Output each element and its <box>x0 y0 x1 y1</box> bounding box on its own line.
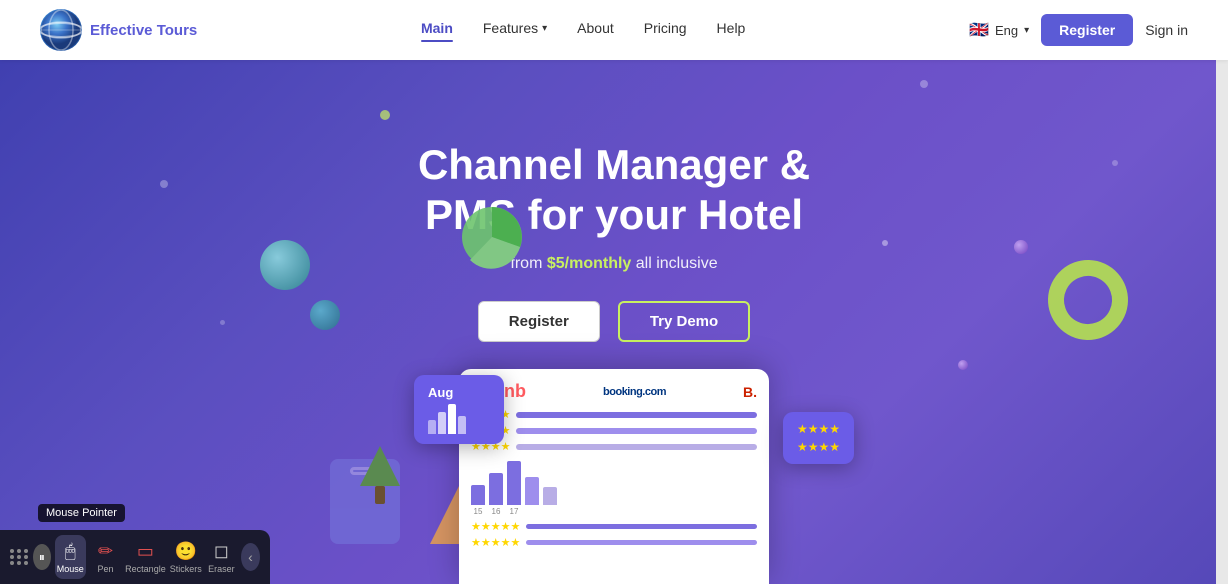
grid-icon <box>10 549 29 565</box>
price-text: $5/monthly <box>547 255 631 272</box>
rectangle-icon: ▭ <box>137 541 154 562</box>
nav-main[interactable]: Main <box>421 20 453 40</box>
nav-features[interactable]: Features ▾ <box>483 20 547 40</box>
logo-globe-icon <box>40 9 82 51</box>
deco-tree <box>360 446 400 504</box>
deco-sphere-purple-sm <box>1014 240 1028 254</box>
booking-logo: booking.com <box>603 386 666 398</box>
toolbar-pause-button[interactable]: ⏸ <box>33 544 51 570</box>
language-selector[interactable]: 🇬🇧 Eng ▾ <box>969 20 1029 40</box>
hero-buttons: Register Try Demo <box>478 301 750 342</box>
deco-dot-4 <box>920 80 928 88</box>
bar-2 <box>516 428 757 434</box>
stars-row-5: ★★★★★ <box>471 536 520 549</box>
drawing-toolbar: ⏸ 🖱 Mouse ✏ Pen ▭ Rectangle 🙂 Stickers ◻… <box>0 530 270 584</box>
lang-label: Eng <box>995 23 1018 38</box>
overlay-card-right: ★★★★ ★★★★ <box>783 412 854 464</box>
stars-row-4: ★★★★★ <box>471 520 520 533</box>
deco-sphere-purple-xs <box>958 360 968 370</box>
features-chevron-icon: ▾ <box>542 23 547 34</box>
register-button[interactable]: Register <box>1041 14 1133 46</box>
toolbar-collapse-button[interactable]: ‹ <box>241 543 260 571</box>
nav-about[interactable]: About <box>577 20 614 40</box>
hero-demo-button[interactable]: Try Demo <box>618 301 750 342</box>
deco-dot-6 <box>1112 160 1118 166</box>
mouse-icon: 🖱 <box>65 541 76 562</box>
navbar: Effective Tours Main Features ▾ About Pr… <box>0 0 1228 60</box>
toolbar-eraser-button[interactable]: ◻ Eraser <box>206 535 237 579</box>
bar-3 <box>516 444 757 450</box>
mini-bar-4 <box>525 477 539 505</box>
toolbar-grid-button[interactable] <box>10 535 29 579</box>
deco-pie-chart <box>460 205 525 270</box>
bar-5 <box>526 540 757 545</box>
signin-button[interactable]: Sign in <box>1145 22 1188 38</box>
navbar-right: 🇬🇧 Eng ▾ Register Sign in <box>969 14 1188 46</box>
nav-help[interactable]: Help <box>717 20 746 40</box>
overlay-card-left: Aug <box>414 375 504 444</box>
collapse-icon: ‹ <box>248 549 253 565</box>
deco-sphere-teal-sm <box>310 300 340 330</box>
deco-sphere-cyan <box>260 240 310 290</box>
mini-bar-1 <box>471 485 485 505</box>
deco-dot-1 <box>380 110 390 120</box>
dashboard-card: airbnb booking.com B. ★★★★ ★★★★ ★★★★ 15 <box>459 369 769 584</box>
overlay-mini-chart <box>428 404 490 434</box>
stickers-icon: 🙂 <box>175 541 197 562</box>
mini-bar-5 <box>543 487 557 505</box>
pause-icon: ⏸ <box>39 550 45 565</box>
hero-register-button[interactable]: Register <box>478 301 600 342</box>
scrollbar[interactable] <box>1216 0 1228 584</box>
mini-bar-2 <box>489 473 503 505</box>
eraser-icon: ◻ <box>214 541 229 562</box>
toolbar-pen-button[interactable]: ✏ Pen <box>90 535 121 579</box>
hero-section: Channel Manager & PMS for your Hotel fro… <box>0 60 1228 584</box>
toolbar-stickers-button[interactable]: 🙂 Stickers <box>170 535 202 579</box>
nav-pricing[interactable]: Pricing <box>644 20 687 40</box>
mini-bar-3 <box>507 461 521 505</box>
hero-subtitle: from $5/monthly all inclusive <box>510 255 717 273</box>
logo-area: Effective Tours <box>40 9 197 51</box>
deco-dot-3 <box>882 240 888 246</box>
deco-torus <box>1037 249 1140 352</box>
deco-dot-5 <box>220 320 225 325</box>
chart-dates: 15 16 17 <box>471 507 757 516</box>
bar-1 <box>516 412 757 418</box>
toolbar-rectangle-button[interactable]: ▭ Rectangle <box>125 535 166 579</box>
toolbar-mouse-button[interactable]: 🖱 Mouse <box>55 535 86 579</box>
pen-icon: ✏ <box>98 541 113 562</box>
main-nav: Main Features ▾ About Pricing Help <box>421 20 745 40</box>
bar-4 <box>526 524 757 529</box>
lang-chevron-icon: ▾ <box>1024 25 1029 36</box>
logo-text: Effective Tours <box>90 22 197 39</box>
b-logo: B. <box>743 384 757 400</box>
deco-dot-2 <box>160 180 168 188</box>
flag-icon: 🇬🇧 <box>969 20 989 40</box>
